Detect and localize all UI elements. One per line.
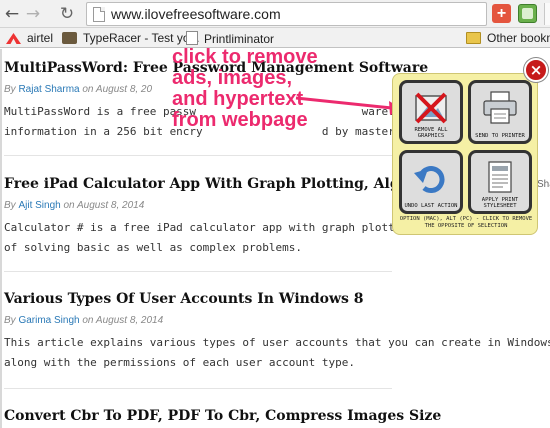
forward-arrow-icon[interactable]: →: [23, 4, 43, 24]
callout-line: and hypertext: [172, 88, 304, 110]
article-meta: By Rajat Sharma on August 8, 20: [4, 84, 153, 95]
no-image-icon: [415, 92, 447, 124]
add-extension-icon[interactable]: +: [492, 4, 511, 23]
divider: [4, 271, 392, 272]
tool-label: Send to printer: [475, 133, 525, 139]
callout-line: from webpage: [172, 109, 308, 131]
undo-icon: [414, 166, 445, 194]
browser-toolbar: ← → ↻ www.ilovefreesoftware.com ☆ +: [0, 0, 550, 28]
callout-line: click to remove: [172, 46, 318, 68]
article-title[interactable]: Convert Cbr To PDF, PDF To Cbr, Compress…: [4, 408, 441, 424]
article-meta: By Ajit Singh on August 8, 2014: [4, 200, 145, 211]
remove-all-graphics-button[interactable]: Remove all graphics: [399, 80, 463, 144]
reload-icon[interactable]: ↻: [57, 4, 77, 24]
divider: [4, 388, 392, 389]
bookmark-other-folder[interactable]: Other bookma: [466, 31, 550, 45]
page-icon: [186, 31, 198, 45]
bookmark-airtel[interactable]: airtel: [6, 31, 53, 45]
divider: [4, 155, 392, 156]
undo-last-action-button[interactable]: Undo last action: [399, 150, 463, 214]
tool-label: Remove all graphics: [414, 127, 448, 139]
article-excerpt: Calculator # is a free iPad calculator a…: [4, 221, 454, 254]
browser-menu-button[interactable]: [544, 3, 550, 25]
article-excerpt: This article explains various types of u…: [4, 336, 550, 369]
url-text[interactable]: www.ilovefreesoftware.com: [111, 6, 281, 22]
bookmarks-bar: airtel TypeRacer - Test yo... Printlimin…: [0, 28, 550, 48]
back-arrow-icon[interactable]: ←: [2, 4, 22, 24]
stylesheet-icon: [488, 161, 512, 193]
close-icon[interactable]: ×: [524, 58, 548, 82]
folder-icon: [466, 32, 481, 44]
page-edge: [0, 49, 2, 428]
modifier-key-hint: OPTION (MAC), ALT (PC) - CLICK TO REMOVE…: [399, 216, 533, 229]
address-bar[interactable]: www.ilovefreesoftware.com ☆: [86, 2, 550, 26]
author-link[interactable]: Ajit Singh: [18, 200, 60, 211]
tool-label: Apply print stylesheet: [481, 197, 519, 209]
printer-icon: [483, 91, 517, 124]
article-meta: By Garima Singh on August 8, 2014: [4, 315, 164, 326]
tool-label: Undo last action: [404, 203, 458, 209]
bookmark-typeracer[interactable]: TypeRacer - Test yo...: [62, 31, 200, 45]
apply-print-stylesheet-button[interactable]: Apply print stylesheet: [468, 150, 532, 214]
callout-annotation: click to remove ads, images, and hyperte…: [172, 47, 318, 131]
callout-line: ads, images,: [172, 67, 293, 89]
author-link[interactable]: Rajat Sharma: [18, 84, 79, 95]
airtel-icon: [6, 33, 21, 44]
send-to-printer-button[interactable]: Send to printer: [468, 80, 532, 144]
page-icon: [93, 7, 105, 22]
share-label[interactable]: Shar: [537, 179, 550, 190]
typeracer-icon: [62, 32, 77, 44]
bookmark-printliminator[interactable]: Printliminator: [186, 31, 274, 46]
article-title[interactable]: Various Types Of User Accounts In Window…: [4, 291, 364, 307]
author-link[interactable]: Garima Singh: [18, 315, 79, 326]
printliminator-extension-icon[interactable]: [518, 4, 537, 23]
printliminator-popup: Remove all graphics Send to printer Undo…: [392, 73, 538, 235]
